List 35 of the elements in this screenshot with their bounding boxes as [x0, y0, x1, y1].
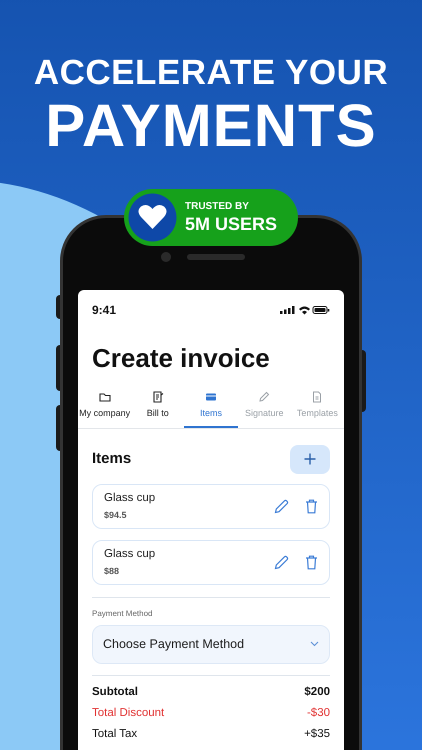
pencil-icon[interactable]: [274, 498, 289, 514]
section-title: Items: [92, 448, 132, 469]
add-button[interactable]: [290, 444, 330, 474]
item-price: $94.5: [104, 510, 128, 520]
total-value: $200: [304, 684, 330, 698]
item-price: $88: [104, 566, 120, 576]
total-value: -$30: [306, 706, 330, 720]
headline: PAYMENTS: [45, 94, 377, 158]
status-icons: [280, 305, 330, 315]
headline: ACCELERATE YOUR: [34, 52, 388, 94]
item-card[interactable]: Glass cup $88: [92, 540, 330, 584]
document-icon: [150, 390, 165, 404]
total-label: Total Discount: [92, 706, 164, 720]
tab[interactable]: Bill to: [131, 390, 184, 428]
pencil-icon: [257, 390, 272, 404]
tab[interactable]: My company: [78, 390, 132, 428]
field-label: Payment Method: [91, 608, 154, 620]
badge-caption: TRUSTED BY: [185, 200, 250, 212]
total-label: Total Tax: [92, 726, 138, 740]
pencil-icon[interactable]: [274, 554, 289, 570]
item-name: Glass cup: [104, 492, 156, 505]
trash-icon[interactable]: [305, 498, 318, 514]
tab[interactable]: Items: [184, 390, 238, 428]
status-time: 9:41: [92, 302, 116, 319]
speaker-slot: [187, 254, 245, 260]
item-card[interactable]: Glass cup $94.5: [92, 484, 330, 528]
plus-icon: [304, 453, 316, 465]
chevron-down-icon: [310, 641, 319, 647]
total-value: +$35: [304, 726, 330, 740]
total-label: Subtotal: [92, 684, 138, 698]
screen-title: Create invoice: [91, 342, 271, 374]
trash-icon[interactable]: [305, 554, 318, 570]
payment-method-dropdown[interactable]: Choose Payment Method: [92, 624, 330, 664]
item-name: Glass cup: [104, 548, 156, 561]
badge-text: 5M USERS: [185, 212, 278, 234]
